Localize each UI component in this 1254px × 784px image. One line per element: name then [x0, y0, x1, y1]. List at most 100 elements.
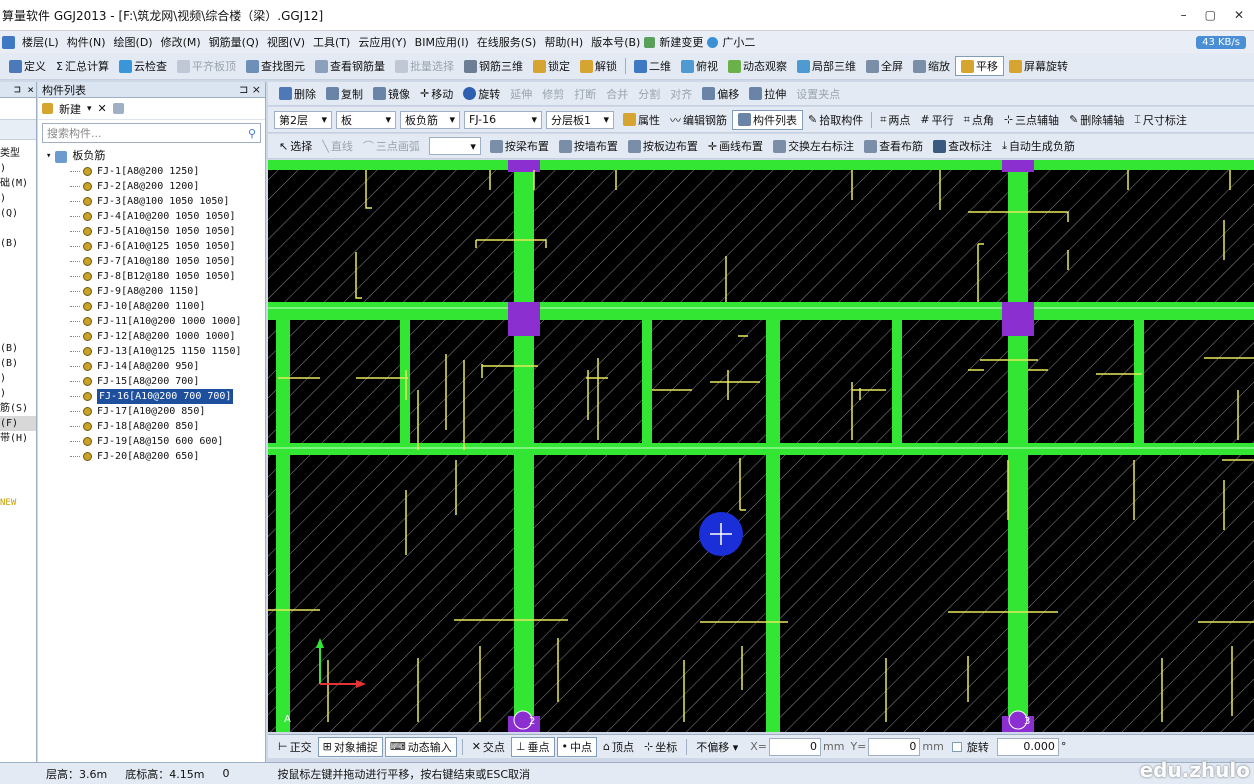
menu-help[interactable]: 帮助(H): [540, 34, 587, 50]
left-item[interactable]: [0, 266, 36, 281]
rotate-button[interactable]: 旋转: [458, 84, 505, 104]
left-item[interactable]: 础(M): [0, 176, 36, 191]
batch-select-button[interactable]: 批量选择: [390, 56, 459, 76]
menu-version[interactable]: 版本号(B): [587, 34, 644, 50]
beam-horizontal[interactable]: [268, 443, 1254, 455]
tree-item-fj[interactable]: FJ-14[A8@200 950]: [38, 359, 265, 374]
tree-item-fj[interactable]: FJ-18[A8@200 850]: [38, 419, 265, 434]
offset-button[interactable]: 偏移: [697, 84, 744, 104]
beam-horizontal[interactable]: [268, 160, 1254, 170]
component-search-input[interactable]: 搜索构件... ⚲: [42, 123, 261, 143]
beam-secondary[interactable]: [642, 310, 652, 455]
point-angle-button[interactable]: ⌗ 点角: [959, 110, 999, 130]
tree-item-fj[interactable]: FJ-20[A8@200 650]: [38, 449, 265, 464]
by-line-button[interactable]: ✛ 画线布置: [703, 136, 768, 156]
left-item[interactable]: [0, 296, 36, 311]
tree-item-fj[interactable]: FJ-6[A10@125 1050 1050]: [38, 239, 265, 254]
stretch-button[interactable]: 拉伸: [744, 84, 791, 104]
left-item[interactable]: 类型: [0, 146, 36, 161]
left-item-active[interactable]: (F): [0, 416, 36, 431]
left-item[interactable]: ): [0, 386, 36, 401]
intersection-snap[interactable]: ✕ 交点: [468, 739, 509, 755]
summary-calc-button[interactable]: Σ 汇总计算: [51, 56, 114, 76]
trim-button[interactable]: 修剪: [537, 84, 569, 104]
y-input[interactable]: 0: [868, 737, 921, 756]
left-tab-2[interactable]: [0, 120, 36, 140]
collapse-icon[interactable]: ▾: [46, 149, 51, 164]
fullscreen-button[interactable]: 全屏: [861, 56, 908, 76]
tree-item-fj[interactable]: FJ-11[A10@200 1000 1000]: [38, 314, 265, 329]
tree-item-fj[interactable]: FJ-17[A10@200 850]: [38, 404, 265, 419]
align-top-button[interactable]: 平齐板顶: [172, 56, 241, 76]
tree-item-fj[interactable]: FJ-8[B12@180 1050 1050]: [38, 269, 265, 284]
tree-item-fj[interactable]: FJ-3[A8@100 1050 1050]: [38, 194, 265, 209]
dynamic-view-button[interactable]: 动态观察: [723, 56, 792, 76]
by-beam-button[interactable]: 按梁布置: [485, 136, 554, 156]
view-2d-button[interactable]: 二维: [629, 56, 676, 76]
edit-rebar-button[interactable]: 〰编辑钢筋: [665, 110, 732, 130]
menu-cloud[interactable]: 云应用(Y): [354, 34, 410, 50]
left-item[interactable]: [0, 326, 36, 341]
component-panel-pin[interactable]: ⊐ ×: [239, 83, 261, 96]
component-list-button[interactable]: 构件列表: [732, 109, 803, 130]
pan-button[interactable]: 平移: [954, 56, 1004, 76]
two-point-button[interactable]: ⌗ 两点: [875, 110, 915, 130]
local-3d-button[interactable]: 局部三维: [792, 56, 861, 76]
midpoint-snap[interactable]: • 中点: [556, 736, 598, 757]
tree-item-fj[interactable]: FJ-19[A8@150 600 600]: [38, 434, 265, 449]
column[interactable]: [508, 160, 540, 172]
type-select[interactable]: 板 ▾: [336, 110, 396, 129]
tree-item-fj[interactable]: FJ-15[A8@200 700]: [38, 374, 265, 389]
drawing-canvas[interactable]: 2 3 A: [268, 160, 1254, 732]
menu-tools[interactable]: 工具(T): [309, 34, 354, 50]
tree-item-fj[interactable]: FJ-13[A10@125 1150 1150]: [38, 344, 265, 359]
left-panel-pin[interactable]: ⊐ ×: [14, 83, 34, 96]
left-item[interactable]: 带(H): [0, 431, 36, 446]
auto-generate-button[interactable]: ⤓ 自动生成负筋: [997, 136, 1080, 156]
split-button[interactable]: 分割: [633, 84, 665, 104]
left-item[interactable]: (B): [0, 356, 36, 371]
extend-button[interactable]: 延伸: [505, 84, 537, 104]
delete-axis-button[interactable]: ✎ 删除辅轴: [1064, 110, 1129, 130]
tree-item-fj[interactable]: FJ-7[A10@180 1050 1050]: [38, 254, 265, 269]
left-item[interactable]: ): [0, 371, 36, 386]
left-item[interactable]: (B): [0, 236, 36, 251]
rotate-input[interactable]: 0.000: [996, 737, 1059, 756]
view-rebar-qty-button[interactable]: 查看钢筋量: [310, 56, 390, 76]
menu-assistant[interactable]: 广小二: [718, 34, 759, 50]
copy-icon[interactable]: [112, 103, 124, 114]
menu-bim[interactable]: BIM应用(I): [411, 34, 473, 50]
lock-button[interactable]: 锁定: [528, 56, 575, 76]
find-element-button[interactable]: 查找图元: [241, 56, 310, 76]
break-button[interactable]: 打断: [569, 84, 601, 104]
tree-item-fj[interactable]: FJ-9[A8@200 1150]: [38, 284, 265, 299]
left-tab[interactable]: [0, 98, 36, 120]
new-component-button[interactable]: 新建: [59, 101, 81, 117]
tree-item-fj[interactable]: FJ-12[A8@200 1000 1000]: [38, 329, 265, 344]
align-button[interactable]: 对齐: [665, 84, 697, 104]
screen-rotate-button[interactable]: 屏幕旋转: [1004, 56, 1073, 76]
dynamic-input-button[interactable]: ⌨ 动态输入: [384, 736, 457, 757]
left-item[interactable]: ): [0, 191, 36, 206]
left-item[interactable]: [0, 311, 36, 326]
menu-rebar[interactable]: 钢筋量(Q): [205, 34, 263, 50]
plan-drawing[interactable]: 2 3 A: [268, 160, 1254, 732]
by-wall-button[interactable]: 按墙布置: [554, 136, 623, 156]
unlock-button[interactable]: 解锁: [575, 56, 622, 76]
tree-item-fj[interactable]: FJ-1[A8@200 1250]: [38, 164, 265, 179]
component-select[interactable]: FJ-16 ▾: [464, 110, 542, 129]
close-button[interactable]: ✕: [1234, 8, 1244, 22]
maximize-button[interactable]: ▢: [1205, 8, 1216, 22]
delete-component-button[interactable]: ✕: [98, 102, 107, 115]
menu-new-change[interactable]: 新建变更: [655, 34, 707, 50]
arc-button[interactable]: ⌒ 三点画弧: [358, 136, 425, 156]
coordinate-snap[interactable]: ⊹ 坐标: [640, 739, 681, 755]
minimize-button[interactable]: –: [1181, 8, 1187, 22]
view-rebar-button[interactable]: 查看布筋: [859, 136, 928, 156]
menu-modify[interactable]: 修改(M): [157, 34, 205, 50]
move-button[interactable]: ✛ 移动: [415, 84, 458, 104]
grip-button[interactable]: 设置夹点: [791, 84, 845, 104]
dimension-button[interactable]: ⌶ 尺寸标注: [1129, 110, 1192, 130]
offset-mode-select[interactable]: 不偏移 ▾: [692, 739, 742, 755]
tree-root[interactable]: ▾ 板负筋: [38, 149, 265, 164]
